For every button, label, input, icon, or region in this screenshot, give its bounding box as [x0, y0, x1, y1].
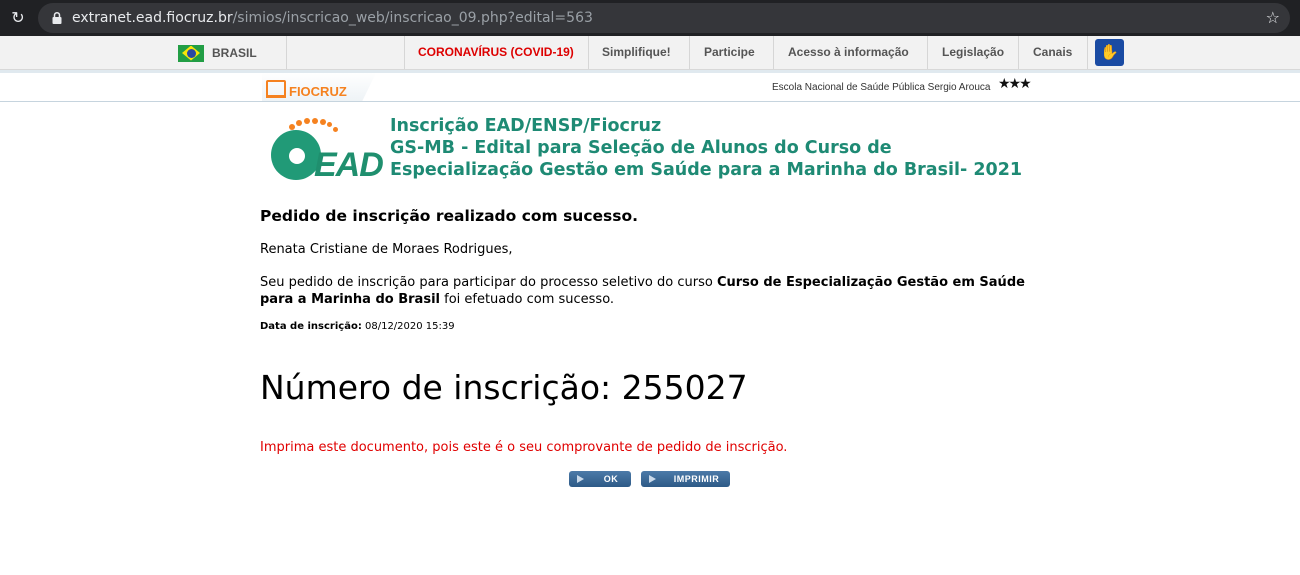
url-host: extranet.ead.fiocruz.br	[72, 10, 233, 26]
logo-dot	[312, 118, 318, 124]
star-icon[interactable]: ☆	[1266, 8, 1280, 27]
date-value: 08/12/2020 15:39	[361, 321, 455, 332]
fiocruz-header	[0, 70, 1300, 102]
success-heading: Pedido de inscrição realizado com sucess…	[260, 207, 639, 225]
nav-link-coronavirus[interactable]: CORONAVÍRUS (COVID-19)	[418, 45, 574, 59]
logo-dot	[327, 122, 332, 127]
logo-dot	[320, 119, 326, 125]
ensp-name: Escola Nacional de Saúde Pública Sergio …	[772, 82, 991, 93]
edital-title-line1: GS-MB - Edital para Seleção de Alunos do…	[390, 138, 892, 158]
divider	[1087, 36, 1088, 69]
nav-link-legislacao[interactable]: Legislação	[942, 45, 1004, 59]
url-path: /simios/inscricao_web/inscricao_09.php?e…	[232, 10, 593, 26]
ead-logo: EAD	[260, 112, 384, 187]
divider	[286, 36, 287, 69]
message-text: Seu pedido de inscrição para participar …	[260, 275, 717, 290]
gov-bar: BRASIL CORONAVÍRUS (COVID-19) Simplifiqu…	[0, 36, 1300, 70]
brazil-flag-icon	[178, 44, 204, 62]
divider	[404, 36, 405, 69]
ok-button[interactable]: OK	[569, 471, 631, 487]
registration-date: Data de inscrição: 08/12/2020 15:39	[260, 321, 455, 332]
nav-link-acesso-informacao[interactable]: Acesso à informação	[788, 45, 909, 59]
address-bar[interactable]: extranet.ead.fiocruz.br/simios/inscricao…	[38, 3, 1290, 33]
accessibility-icon[interactable]: ✋	[1095, 39, 1124, 66]
date-label: Data de inscrição:	[260, 321, 362, 332]
ensp-people-icon: ★★★	[998, 76, 1032, 92]
divider	[927, 36, 928, 69]
print-button[interactable]: IMPRIMIR	[641, 471, 730, 487]
url-text: extranet.ead.fiocruz.br/simios/inscricao…	[72, 10, 593, 26]
fiocruz-castle-icon	[266, 79, 286, 98]
divider	[1018, 36, 1019, 69]
page-title: Inscrição EAD/ENSP/Fiocruz	[390, 116, 662, 136]
print-button-label: IMPRIMIR	[673, 474, 720, 484]
browser-toolbar: ↻ extranet.ead.fiocruz.br/simios/inscric…	[0, 0, 1300, 36]
play-icon	[577, 475, 584, 483]
confirmation-message: Seu pedido de inscrição para participar …	[260, 274, 1050, 308]
divider	[689, 36, 690, 69]
logo-dot	[304, 118, 310, 124]
logo-dot	[296, 120, 302, 126]
nav-link-participe[interactable]: Participe	[704, 45, 755, 59]
logo-dot	[289, 124, 295, 130]
play-icon	[649, 475, 656, 483]
registration-number: Número de inscrição: 255027	[260, 368, 748, 407]
ok-button-label: OK	[603, 474, 619, 484]
reload-icon[interactable]: ↻	[8, 8, 28, 28]
logo-dot	[333, 127, 338, 132]
divider	[773, 36, 774, 69]
fiocruz-logo[interactable]: FIOCRUZ	[266, 78, 347, 99]
nav-link-canais[interactable]: Canais	[1033, 45, 1072, 59]
lock-icon	[52, 11, 62, 24]
print-notice: Imprima este documento, pois este é o se…	[260, 440, 788, 455]
brasil-label: BRASIL	[212, 46, 257, 60]
fiocruz-logo-text: FIOCRUZ	[289, 84, 347, 99]
applicant-name: Renata Cristiane de Moraes Rodrigues,	[260, 242, 513, 257]
divider	[588, 36, 589, 69]
brasil-link[interactable]: BRASIL	[178, 44, 257, 62]
message-suffix: foi efetuado com sucesso.	[439, 292, 615, 307]
nav-link-simplifique[interactable]: Simplifique!	[602, 45, 671, 59]
edital-title-line2: Especialização Gestão em Saúde para a Ma…	[390, 160, 1023, 180]
ead-logo-text: EAD	[314, 146, 384, 184]
